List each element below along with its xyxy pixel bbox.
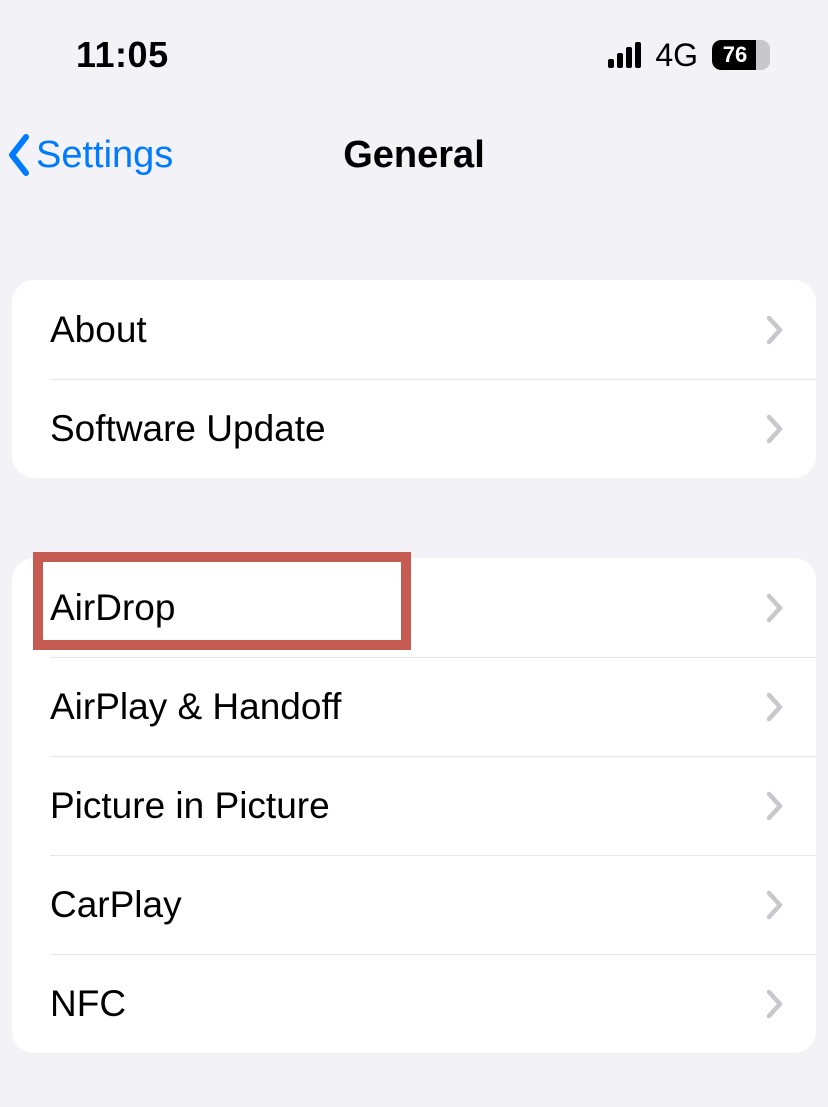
chevron-right-icon — [766, 890, 784, 920]
back-label: Settings — [36, 134, 173, 177]
row-label: About — [50, 309, 766, 351]
content: About Software Update AirDrop AirPlay & … — [0, 200, 828, 1053]
row-nfc[interactable]: NFC — [12, 954, 816, 1053]
chevron-right-icon — [766, 692, 784, 722]
network-type: 4G — [655, 37, 698, 74]
row-airdrop[interactable]: AirDrop — [12, 558, 816, 657]
status-right: 4G 76 — [608, 37, 770, 74]
settings-group: AirDrop AirPlay & Handoff Picture in Pic… — [12, 558, 816, 1053]
battery-percent: 76 — [712, 42, 764, 68]
chevron-right-icon — [766, 414, 784, 444]
row-label: CarPlay — [50, 884, 766, 926]
settings-group: About Software Update — [12, 280, 816, 478]
row-airplay-handoff[interactable]: AirPlay & Handoff — [12, 657, 816, 756]
back-button[interactable]: Settings — [0, 110, 173, 200]
row-software-update[interactable]: Software Update — [12, 379, 816, 478]
row-carplay[interactable]: CarPlay — [12, 855, 816, 954]
row-label: AirDrop — [50, 587, 766, 629]
nav-bar: Settings General — [0, 110, 828, 200]
row-label: NFC — [50, 983, 766, 1025]
status-time: 11:05 — [76, 34, 169, 76]
chevron-right-icon — [766, 593, 784, 623]
chevron-right-icon — [766, 989, 784, 1019]
chevron-right-icon — [766, 791, 784, 821]
row-label: Software Update — [50, 408, 766, 450]
chevron-right-icon — [766, 315, 784, 345]
chevron-left-icon — [6, 133, 34, 177]
row-label: Picture in Picture — [50, 785, 766, 827]
row-picture-in-picture[interactable]: Picture in Picture — [12, 756, 816, 855]
row-label: AirPlay & Handoff — [50, 686, 766, 728]
cellular-signal-icon — [608, 42, 641, 68]
battery-icon: 76 — [712, 40, 770, 70]
row-about[interactable]: About — [12, 280, 816, 379]
status-bar: 11:05 4G 76 — [0, 0, 828, 110]
